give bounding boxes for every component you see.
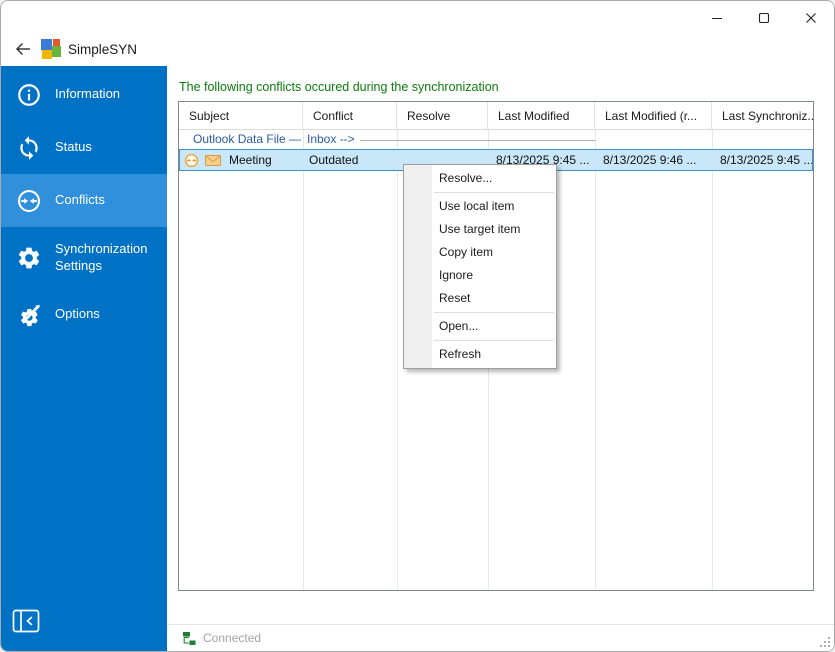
last-synchronized-cell: 8/13/2025 9:45 ... xyxy=(720,153,812,167)
column-divider xyxy=(595,130,596,590)
info-icon xyxy=(18,83,40,106)
resize-grip[interactable] xyxy=(819,636,831,648)
sidebar-item-information[interactable]: Information xyxy=(1,68,167,121)
simplesyn-logo-icon xyxy=(41,39,61,59)
menu-item-resolve[interactable]: Resolve... xyxy=(404,167,556,190)
gear-icon xyxy=(18,247,40,268)
back-arrow-icon xyxy=(15,42,30,56)
maximize-button[interactable] xyxy=(740,1,787,34)
sidebar-item-status[interactable]: Status xyxy=(1,121,167,174)
menu-item-ignore[interactable]: Ignore xyxy=(404,264,556,287)
conflict-cell: Outdated xyxy=(309,153,359,167)
sidebar-item-label: Conflicts xyxy=(55,192,105,208)
sidebar-item-conflicts[interactable]: Conflicts xyxy=(1,174,167,227)
connection-status-label: Connected xyxy=(203,631,262,645)
main-panel: The following conflicts occured during t… xyxy=(167,66,834,651)
titlebar: SimpleSYN xyxy=(1,1,834,66)
group-header-row[interactable]: Outlook Data File — Inbox --> xyxy=(179,130,813,149)
sidebar-item-label: Options xyxy=(55,306,100,322)
minimize-icon xyxy=(711,17,722,19)
app-header: SimpleSYN xyxy=(11,35,137,63)
group-rule-line xyxy=(360,140,595,141)
sidebar-item-label: Status xyxy=(55,139,92,155)
collapse-sidebar-button[interactable] xyxy=(10,606,42,638)
sidebar-item-synchronization-settings[interactable]: Synchronization Settings xyxy=(1,227,167,288)
sidebar-item-label: Synchronization Settings xyxy=(55,241,148,273)
menu-item-open[interactable]: Open... xyxy=(404,315,556,338)
menu-separator xyxy=(434,192,554,193)
app-window: SimpleSYN Information Status Conflicts S… xyxy=(0,0,835,652)
menu-item-copy-item[interactable]: Copy item xyxy=(404,241,556,264)
close-button[interactable] xyxy=(787,1,834,34)
back-button[interactable] xyxy=(11,37,35,61)
column-divider xyxy=(303,130,304,590)
column-header-subject[interactable]: Subject xyxy=(179,102,303,129)
sidebar-item-label: Information xyxy=(55,86,121,102)
last-modified-remote-cell: 8/13/2025 9:46 ... xyxy=(603,153,697,167)
column-header-last-synchronized[interactable]: Last Synchroniz... xyxy=(712,102,813,129)
sidebar: Information Status Conflicts Synchroniza… xyxy=(1,66,167,651)
collapse-sidebar-icon xyxy=(12,609,40,633)
column-header-last-modified-remote[interactable]: Last Modified (r... xyxy=(595,102,712,129)
conflict-arrows-icon xyxy=(18,189,40,212)
close-icon xyxy=(805,12,816,23)
menu-item-use-target-item[interactable]: Use target item xyxy=(404,218,556,241)
column-header-conflict[interactable]: Conflict xyxy=(303,102,397,129)
column-header-resolve[interactable]: Resolve xyxy=(397,102,488,129)
table-header: Subject Conflict Resolve Last Modified L… xyxy=(179,102,813,130)
context-menu: Resolve... Use local item Use target ite… xyxy=(403,164,557,369)
menu-item-reset[interactable]: Reset xyxy=(404,287,556,310)
conflict-arrows-icon xyxy=(184,153,199,167)
group-source-label: Outlook Data File — xyxy=(193,132,302,146)
page-title: The following conflicts occured during t… xyxy=(179,80,499,94)
column-header-last-modified[interactable]: Last Modified xyxy=(488,102,595,129)
subject-text: Meeting xyxy=(229,153,272,167)
window-controls xyxy=(693,1,834,34)
maximize-icon xyxy=(758,12,769,23)
minimize-button[interactable] xyxy=(693,1,740,34)
network-status-icon xyxy=(183,631,196,645)
menu-separator xyxy=(434,312,554,313)
subject-cell: Meeting xyxy=(180,153,303,168)
menu-item-use-local-item[interactable]: Use local item xyxy=(404,195,556,218)
gear-wrench-icon xyxy=(21,304,40,326)
sync-icon xyxy=(20,135,38,160)
column-divider xyxy=(397,130,398,590)
sidebar-item-options[interactable]: Options xyxy=(1,288,167,341)
menu-item-refresh[interactable]: Refresh xyxy=(404,343,556,366)
menu-separator xyxy=(434,340,554,341)
statusbar: Connected xyxy=(167,624,834,651)
envelope-icon xyxy=(205,154,221,166)
column-divider xyxy=(712,130,713,590)
app-title: SimpleSYN xyxy=(68,41,138,57)
group-target-label: Inbox --> xyxy=(307,132,355,146)
